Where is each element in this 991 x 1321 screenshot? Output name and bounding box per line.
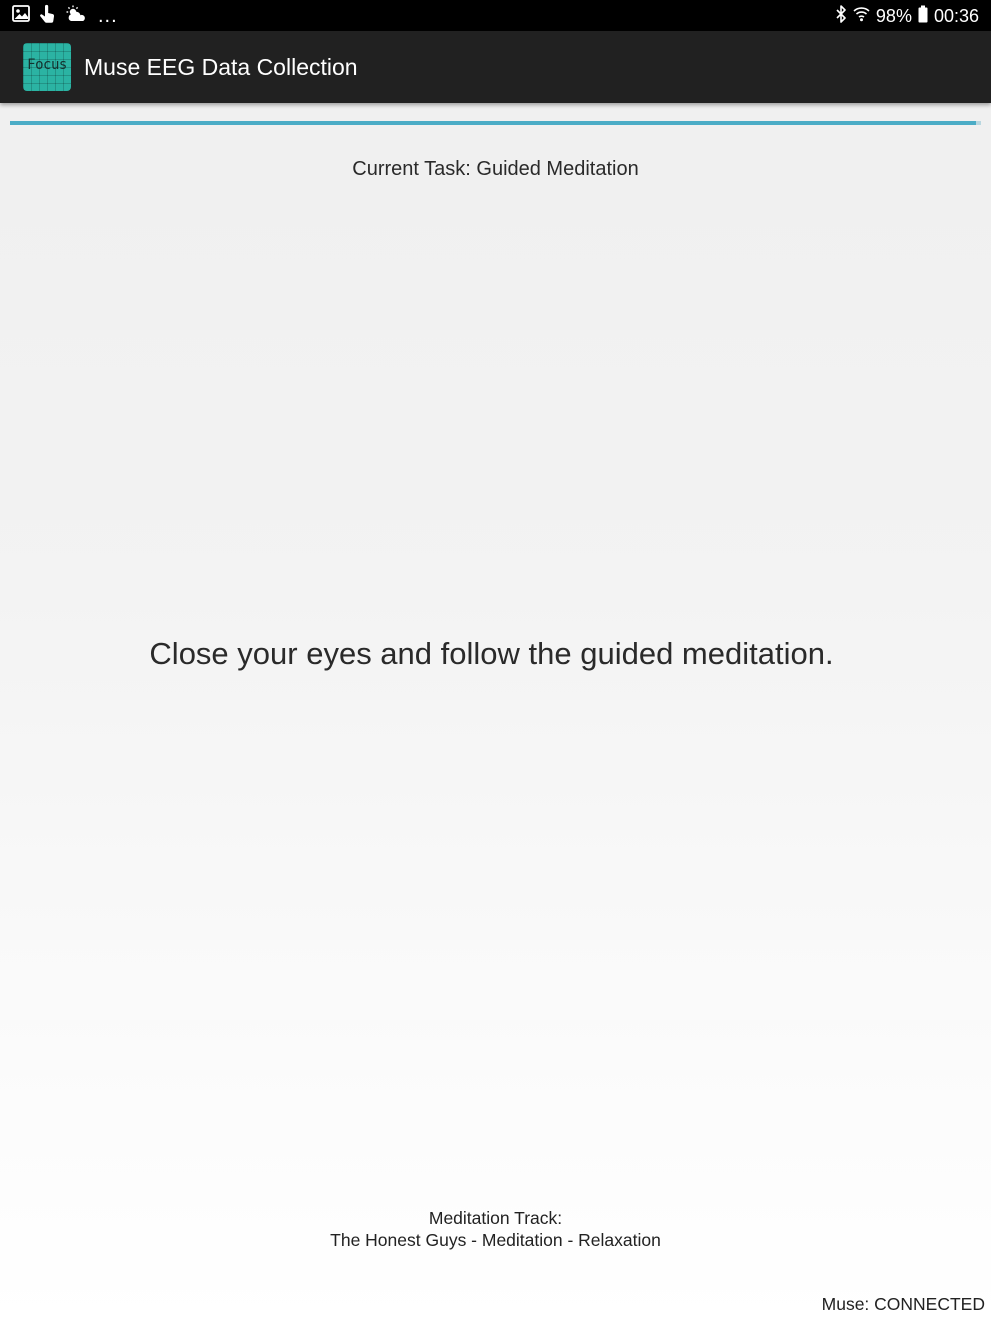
- task-progress-bar: [10, 121, 981, 125]
- app-logo: Focus: [23, 43, 71, 91]
- status-notifications: ...: [12, 4, 118, 29]
- battery-icon: [918, 5, 928, 28]
- image-icon: [12, 5, 30, 27]
- clock: 00:36: [933, 6, 979, 26]
- overflow-dots: ...: [98, 5, 118, 27]
- hand-touch-icon: [39, 4, 56, 29]
- app-title: Muse EEG Data Collection: [84, 54, 358, 80]
- status-system: 98% 00:36: [835, 4, 979, 28]
- weather-cloud-sun-icon: [65, 5, 87, 28]
- meditation-track-info: Meditation Track: The Honest Guys - Medi…: [0, 1207, 991, 1251]
- instruction-text: Close your eyes and follow the guided me…: [149, 636, 834, 671]
- bluetooth-icon: [835, 4, 847, 28]
- app-bar: Focus Muse EEG Data Collection: [0, 31, 991, 103]
- task-progress-fill: [10, 121, 977, 125]
- status-bar: ... 98% 00:36: [0, 0, 991, 31]
- meditation-track-name: The Honest Guys - Meditation - Relaxatio…: [330, 1230, 661, 1250]
- meditation-track-label: Meditation Track:: [428, 1208, 563, 1228]
- app-logo-text: Focus: [27, 57, 67, 73]
- current-task-label: Current Task: Guided Meditation: [352, 158, 639, 180]
- muse-connection-status: Muse: CONNECTED: [821, 1294, 985, 1314]
- wifi-icon: [853, 5, 870, 28]
- battery-percent: 98%: [875, 6, 912, 26]
